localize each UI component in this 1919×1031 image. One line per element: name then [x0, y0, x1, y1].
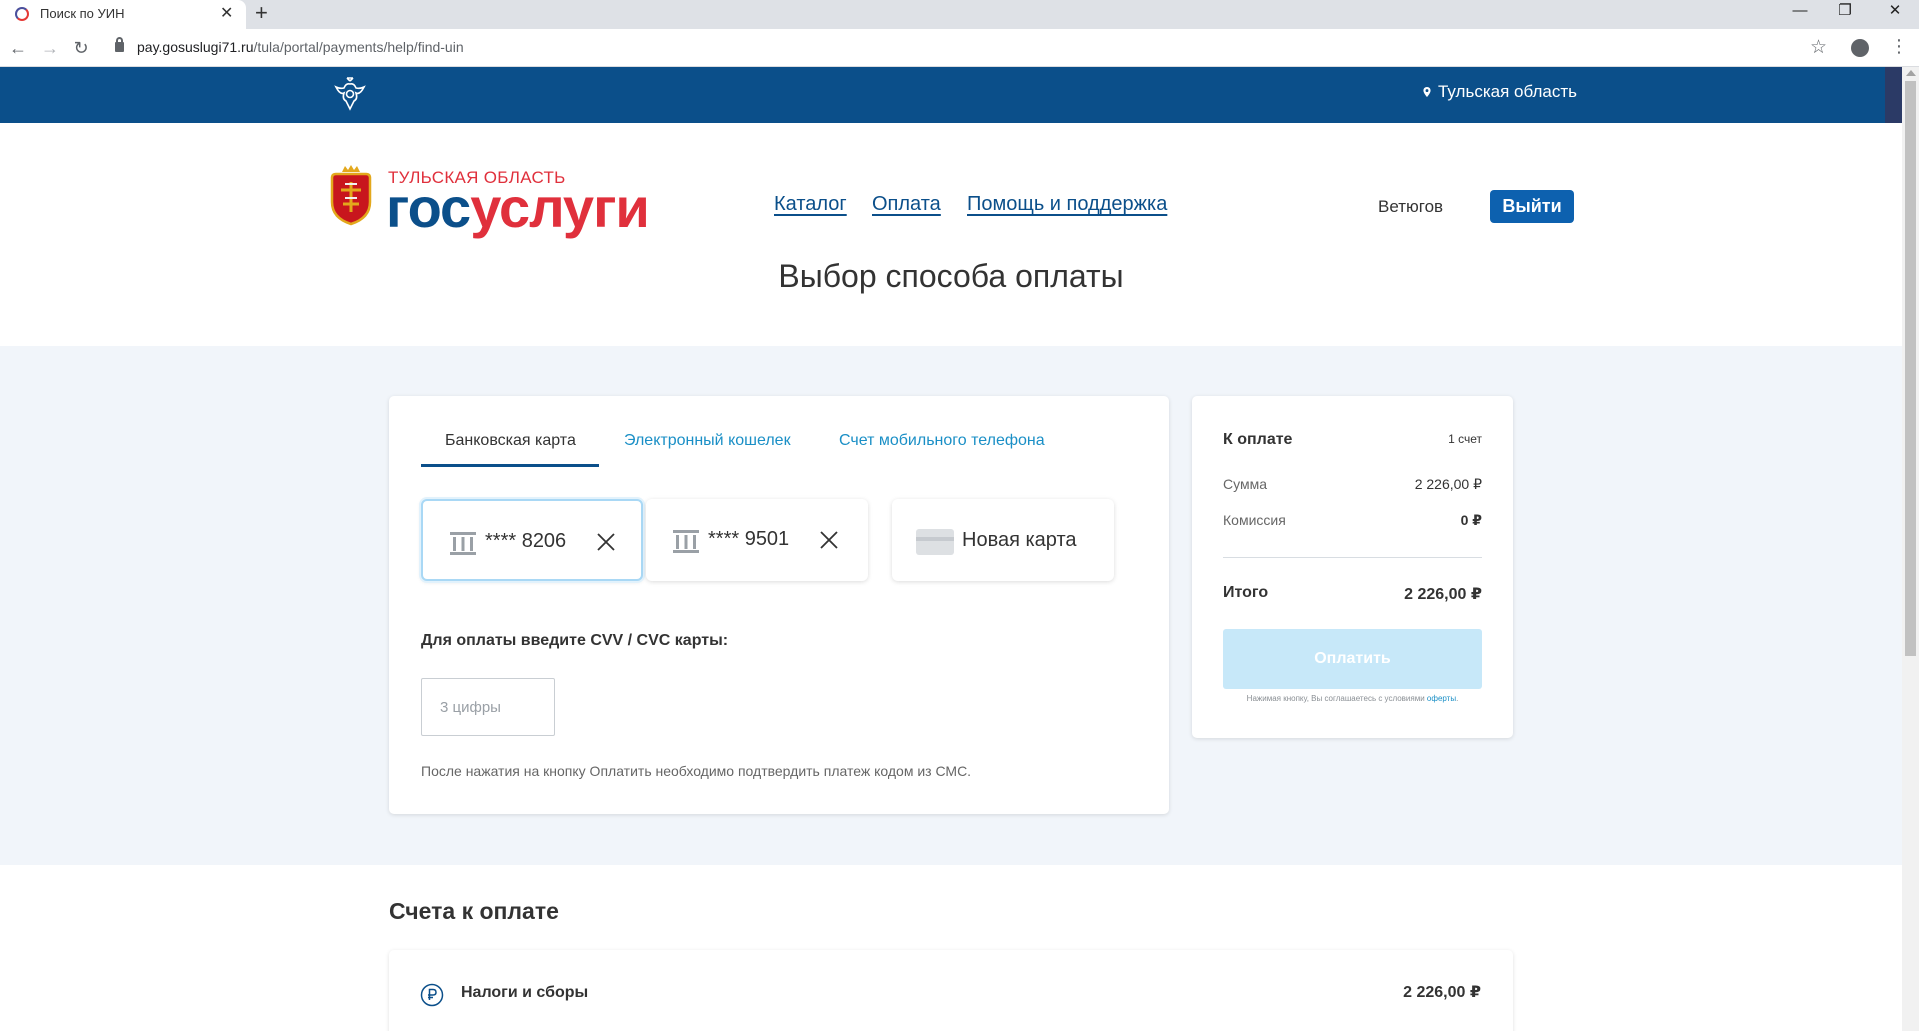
sum-label: Сумма [1223, 476, 1267, 492]
browser-menu-icon[interactable]: ⋮ [1890, 35, 1908, 57]
tula-coat-of-arms-icon [330, 165, 372, 226]
saved-card-9501[interactable]: **** 9501 [646, 499, 868, 581]
russian-eagle-icon [334, 77, 366, 111]
back-icon[interactable]: ← [7, 37, 29, 59]
new-card-option[interactable]: Новая карта [892, 499, 1114, 581]
address-bar: ← → ↻ pay.gosuslugi71.ru/tula/portal/pay… [0, 29, 1919, 67]
page-title: Выбор способа оплаты [778, 258, 1124, 294]
payment-method-card: Банковская карта Электронный кошелек Сче… [389, 396, 1169, 814]
region-label: Тульская область [1438, 82, 1577, 101]
scroll-thumb[interactable] [1905, 81, 1916, 656]
payment-section: Банковская карта Электронный кошелек Сче… [0, 346, 1902, 865]
summary-divider [1223, 557, 1482, 558]
active-tab-indicator [421, 464, 599, 467]
nav-help[interactable]: Помощь и поддержка [967, 193, 1167, 216]
bank-icon [450, 532, 476, 555]
invoice-count: 1 счет [1448, 432, 1482, 446]
sum-value: 2 226,00 ₽ [1414, 476, 1482, 492]
page-scrollbar[interactable] [1902, 67, 1919, 1031]
profile-icon[interactable] [1851, 39, 1869, 57]
site-favicon-icon [15, 7, 29, 21]
cvv-label: Для оплаты введите CVV / CVC карты: [421, 632, 729, 649]
fee-label: Комиссия [1223, 512, 1286, 528]
browser-tab-bar: Поиск по УИН ✕ + — ❐ ✕ [0, 0, 1919, 29]
invoices-heading: Счета к оплате [389, 898, 559, 924]
total-label: Итого [1223, 584, 1269, 601]
tab-mobile-account[interactable]: Счет мобильного телефона [839, 432, 1045, 450]
payment-summary-card: К оплате 1 счет Сумма 2 226,00 ₽ Комисси… [1192, 396, 1513, 738]
tab-e-wallet[interactable]: Электронный кошелек [624, 432, 791, 450]
tab-bank-card[interactable]: Банковская карта [445, 432, 576, 450]
offer-agreement-note: Нажимая кнопку, Вы соглашаетесь с услови… [1192, 694, 1513, 703]
url-field[interactable]: pay.gosuslugi71.ru/tula/portal/payments/… [137, 39, 464, 55]
logo-uslugi: услуги [470, 176, 650, 239]
invoice-amount: 2 226,00 ₽ [1403, 984, 1481, 1001]
user-name[interactable]: Ветюгов [1378, 197, 1443, 217]
logo-gos: гос [386, 176, 471, 239]
close-icon[interactable] [595, 531, 617, 553]
nav-payment[interactable]: Оплата [872, 193, 941, 216]
cvv-input[interactable] [421, 678, 555, 736]
card-number: **** 9501 [708, 528, 790, 550]
tab-close-icon[interactable]: ✕ [220, 4, 233, 24]
site-top-band: Тульская область [0, 67, 1885, 123]
invoice-name: Налоги и сборы [461, 984, 589, 1001]
summary-title: К оплате [1223, 431, 1293, 448]
bank-icon [673, 530, 699, 553]
new-card-label: Новая карта [962, 529, 1077, 551]
card-number: **** 8206 [485, 530, 567, 552]
nav-catalog[interactable]: Каталог [774, 193, 847, 216]
tab-title: Поиск по УИН [40, 6, 125, 21]
top-band-accent [1885, 67, 1902, 123]
agree-prefix: Нажимая кнопку, Вы соглашаетесь с услови… [1246, 694, 1427, 703]
offer-link[interactable]: оферты [1427, 694, 1456, 703]
credit-card-icon [916, 529, 954, 555]
pay-button[interactable]: Оплатить [1223, 629, 1482, 689]
window-close-icon[interactable]: ✕ [1880, 1, 1910, 21]
forward-icon[interactable]: → [39, 37, 61, 59]
ruble-icon [420, 983, 444, 1007]
logo-wordmark: госуслуги [386, 176, 650, 239]
fee-value: 0 ₽ [1460, 512, 1482, 528]
saved-card-8206[interactable]: **** 8206 [421, 499, 643, 581]
total-value: 2 226,00 ₽ [1404, 586, 1482, 603]
invoice-item[interactable]: Налоги и сборы 2 226,00 ₽ [389, 950, 1513, 1031]
new-tab-icon[interactable]: + [255, 1, 268, 25]
sms-confirmation-note: После нажатия на кнопку Оплатить необход… [421, 763, 972, 779]
url-path: /tula/portal/payments/help/find-uin [253, 39, 464, 55]
location-pin-icon [1423, 87, 1431, 97]
close-icon[interactable] [818, 529, 840, 551]
url-host: pay.gosuslugi71.ru [137, 39, 254, 55]
bookmark-star-icon[interactable]: ☆ [1810, 36, 1827, 59]
agree-suffix: . [1456, 694, 1459, 703]
browser-tab[interactable]: Поиск по УИН ✕ [0, 0, 246, 29]
scroll-up-icon[interactable] [1906, 70, 1916, 76]
fee-row: Комиссия 0 ₽ [1223, 512, 1482, 528]
restore-icon[interactable]: ❐ [1830, 1, 1860, 21]
lock-icon[interactable] [115, 37, 124, 52]
minimize-icon[interactable]: — [1785, 1, 1815, 21]
sum-row: Сумма 2 226,00 ₽ [1223, 476, 1482, 492]
reload-icon[interactable]: ↻ [70, 37, 92, 59]
region-selector[interactable]: Тульская область [1422, 82, 1577, 102]
logout-button[interactable]: Выйти [1490, 190, 1574, 223]
